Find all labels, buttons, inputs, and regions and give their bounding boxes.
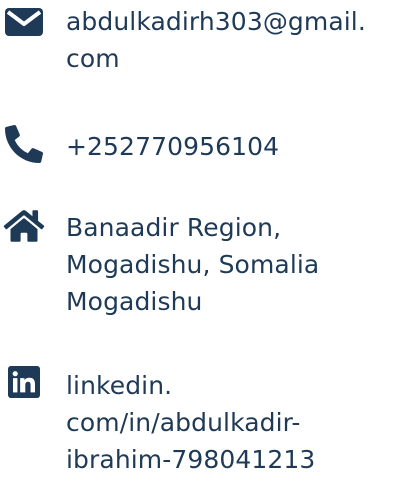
address-line-3: Mogadishu xyxy=(66,287,203,316)
email-line-2: com xyxy=(66,44,120,73)
email-address: abdulkadirh303@gmail. com xyxy=(66,3,406,77)
contact-info-list: abdulkadirh303@gmail. com +252770956104 B… xyxy=(0,0,414,484)
envelope-icon xyxy=(0,8,48,36)
contact-address: Banaadir Region, Mogadishu, Somalia Mogadi… xyxy=(0,200,414,330)
address-line-2: Mogadishu, Somalia xyxy=(66,250,320,279)
linkedin-line-1: linkedin. xyxy=(66,371,173,400)
linkedin-line-2: com/in/abdulkadir- xyxy=(66,408,301,437)
linkedin-line-3: ibrahim-798041213 xyxy=(66,445,316,474)
contact-email[interactable]: abdulkadirh303@gmail. com xyxy=(0,0,414,90)
phone-icon xyxy=(0,122,48,166)
phone-number: +252770956104 xyxy=(66,132,280,161)
linkedin-url[interactable]: linkedin. com/in/abdulkadir-ibrahim-79804… xyxy=(66,367,406,478)
contact-phone[interactable]: +252770956104 xyxy=(0,118,414,168)
address-text: Banaadir Region, Mogadishu, Somalia Mogadi… xyxy=(66,209,406,320)
email-line-1: abdulkadirh303@gmail. xyxy=(66,7,366,36)
address-line-1: Banaadir Region, xyxy=(66,213,282,242)
linkedin-icon xyxy=(0,366,48,398)
contact-linkedin[interactable]: linkedin. com/in/abdulkadir-ibrahim-79804… xyxy=(0,360,414,484)
home-icon xyxy=(0,208,48,244)
